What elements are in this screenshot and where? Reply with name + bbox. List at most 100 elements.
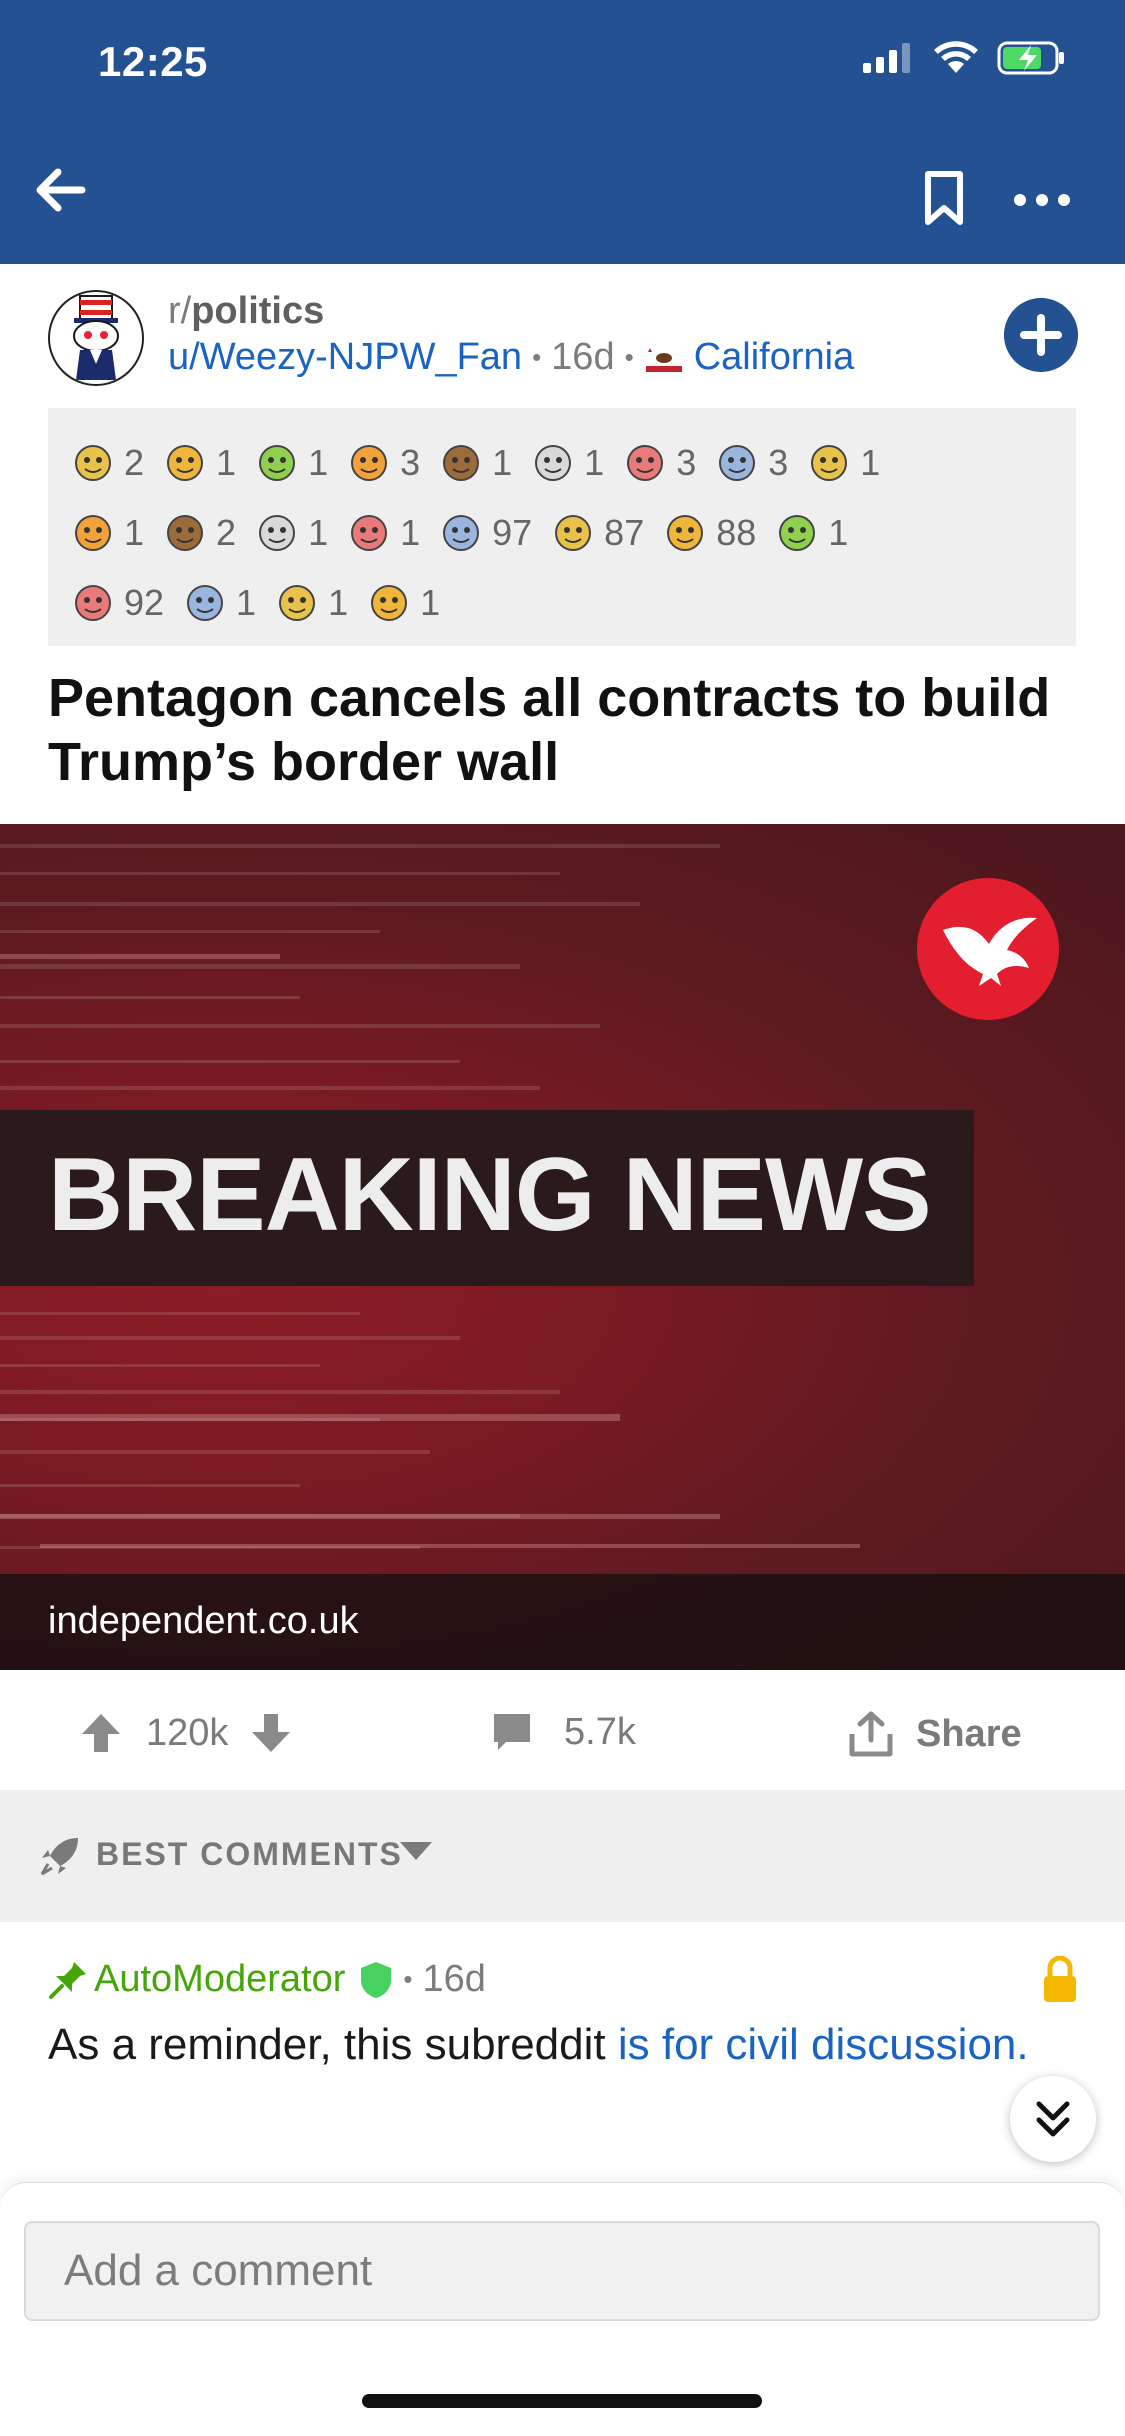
comment-text: As a reminder, this subreddit — [48, 2020, 618, 2069]
award-item: 92 — [70, 580, 164, 626]
subreddit-name[interactable]: r/politics — [168, 290, 324, 333]
comments-button[interactable]: 5.7k — [490, 1710, 636, 1754]
award-item: 1 — [530, 440, 604, 486]
join-subreddit-button[interactable] — [1004, 298, 1078, 372]
comment-input[interactable]: Add a comment — [24, 2221, 1100, 2321]
award-item: 3 — [622, 440, 696, 486]
award-count: 1 — [492, 442, 513, 483]
chevron-down-icon — [400, 1842, 432, 1860]
award-icon — [254, 510, 300, 556]
award-item: 1 — [806, 440, 880, 486]
moderator-shield-icon — [361, 1961, 392, 1998]
award-item: 1 — [182, 580, 256, 626]
downvote-icon[interactable] — [248, 1710, 294, 1756]
awards-row: 1 2 1 1 97 87 88 1 — [70, 498, 1054, 568]
subreddit-label: politics — [191, 290, 325, 332]
bookmark-icon[interactable] — [920, 168, 968, 228]
share-icon — [849, 1711, 893, 1757]
award-icon — [162, 510, 208, 556]
award-icon — [806, 440, 852, 486]
comment-age: 16d — [422, 1958, 486, 2000]
award-count: 2 — [216, 512, 237, 553]
award-item: 1 — [70, 510, 144, 556]
award-count: 1 — [584, 442, 605, 483]
sort-label: BEST COMMENTS — [96, 1836, 403, 1872]
award-icon — [438, 440, 484, 486]
award-count: 1 — [308, 512, 329, 553]
status-icons — [861, 40, 1067, 76]
award-item: 88 — [662, 510, 756, 556]
pin-icon — [49, 1961, 86, 1999]
award-item: 87 — [550, 510, 644, 556]
award-item: 97 — [438, 510, 532, 556]
award-item: 1 — [254, 510, 328, 556]
award-count: 3 — [400, 442, 421, 483]
more-options-icon[interactable] — [1010, 180, 1074, 220]
status-time: 12:25 — [98, 38, 208, 85]
post-author[interactable]: u/Weezy-NJPW_Fan — [168, 336, 522, 379]
scroll-to-next-button[interactable] — [1010, 2076, 1096, 2162]
california-flag-icon — [645, 343, 682, 372]
award-icon — [70, 510, 116, 556]
award-count: 1 — [828, 512, 849, 553]
comment-body: As a reminder, this subreddit is for civ… — [48, 2018, 1048, 2072]
award-item: 1 — [274, 580, 348, 626]
home-indicator[interactable] — [362, 2394, 762, 2408]
meta-separator: • — [624, 342, 634, 372]
award-count: 1 — [308, 442, 329, 483]
award-count: 1 — [860, 442, 881, 483]
award-item: 1 — [254, 440, 328, 486]
awards-row: 2 1 1 3 1 1 3 3 1 — [70, 428, 1054, 498]
award-item: 1 — [162, 440, 236, 486]
comment-author[interactable]: AutoModerator — [94, 1958, 345, 2001]
award-count: 1 — [400, 512, 421, 553]
award-count: 3 — [676, 442, 697, 483]
lock-icon — [1044, 1956, 1076, 2002]
award-icon — [182, 580, 228, 626]
independent-eagle-logo — [917, 878, 1059, 1020]
award-icon — [254, 440, 300, 486]
upvote-icon[interactable] — [78, 1710, 124, 1756]
award-count: 92 — [124, 582, 165, 623]
back-arrow-icon[interactable] — [30, 160, 90, 220]
comment[interactable]: AutoModerator • 16d As a reminder, this … — [0, 1922, 1125, 2172]
image-headline: BREAKING NEWS — [48, 1137, 932, 1253]
battery-charging-icon — [997, 41, 1064, 75]
award-count: 3 — [768, 442, 789, 483]
award-icon — [346, 510, 392, 556]
award-count: 1 — [420, 582, 441, 623]
wifi-icon — [934, 41, 978, 73]
award-icon — [622, 440, 668, 486]
post-age: 16d — [551, 336, 615, 378]
rocket-icon — [40, 1838, 78, 1876]
award-icon — [70, 440, 116, 486]
post-title[interactable]: Pentagon cancels all contracts to build … — [48, 666, 1088, 794]
award-item: 1 — [774, 510, 848, 556]
award-icon — [438, 510, 484, 556]
post-actions-bar: 120k 5.7k Share — [0, 1670, 1125, 1790]
award-icon — [162, 440, 208, 486]
award-item: 1 — [366, 580, 440, 626]
award-icon — [530, 440, 576, 486]
link-domain[interactable]: independent.co.uk — [48, 1600, 359, 1643]
subreddit-avatar[interactable] — [48, 290, 144, 386]
meta-separator: • — [532, 342, 542, 372]
award-count: 1 — [124, 512, 145, 553]
comment-sort-bar[interactable]: BEST COMMENTS — [0, 1790, 1125, 1922]
comment-count: 5.7k — [564, 1710, 636, 1753]
awards-row: 92 1 1 1 — [70, 568, 1054, 638]
comment-link[interactable]: is for civil discussion. — [618, 2020, 1029, 2069]
vote-group: 120k — [78, 1710, 294, 1756]
vote-count: 120k — [146, 1711, 229, 1754]
awards-box[interactable]: 211311331 1 2 1 1 97 87 88 1 92 1 1 1 — [48, 408, 1076, 646]
comment-meta: AutoModerator • 16d — [48, 1958, 486, 2001]
award-item: 1 — [438, 440, 512, 486]
top-bar: 12:25 — [0, 0, 1125, 264]
award-icon — [550, 510, 596, 556]
award-count: 97 — [492, 512, 533, 553]
award-item: 3 — [714, 440, 788, 486]
subreddit-prefix: r/ — [168, 290, 192, 332]
share-button[interactable]: Share — [848, 1710, 1022, 1758]
award-count: 1 — [328, 582, 349, 623]
post-image[interactable]: BREAKING NEWS independent.co.uk — [0, 824, 1125, 1670]
